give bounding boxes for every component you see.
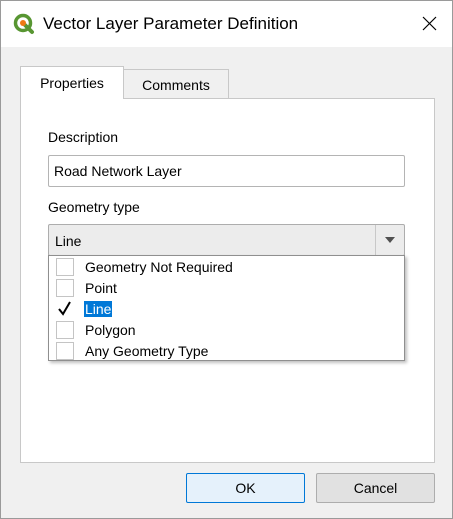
option-label: Point bbox=[85, 280, 117, 296]
option-label: Polygon bbox=[85, 322, 136, 338]
dropdown-option-any-geometry-type[interactable]: Any Geometry Type bbox=[49, 341, 404, 362]
dropdown-option-geometry-not-required[interactable]: Geometry Not Required bbox=[49, 257, 404, 278]
dialog-window: Vector Layer Parameter Definition Proper… bbox=[0, 0, 453, 519]
checkbox[interactable] bbox=[56, 279, 74, 297]
close-icon bbox=[422, 16, 437, 31]
checkbox-checked[interactable] bbox=[56, 300, 74, 318]
geometry-type-dropdown-list: Geometry Not Required Point Line Polygon… bbox=[48, 255, 405, 361]
option-label: Line bbox=[84, 301, 113, 317]
checkbox[interactable] bbox=[56, 321, 74, 339]
title-bar: Vector Layer Parameter Definition bbox=[1, 1, 452, 47]
dropdown-option-polygon[interactable]: Polygon bbox=[49, 320, 404, 341]
chevron-down-icon bbox=[385, 237, 395, 243]
option-label: Any Geometry Type bbox=[85, 343, 209, 359]
option-label: Geometry Not Required bbox=[85, 259, 233, 275]
dropdown-option-point[interactable]: Point bbox=[49, 278, 404, 299]
checkbox[interactable] bbox=[56, 258, 74, 276]
dropdown-option-line[interactable]: Line bbox=[49, 299, 404, 320]
checkbox[interactable] bbox=[56, 342, 74, 360]
window-title: Vector Layer Parameter Definition bbox=[43, 14, 299, 33]
tab-comments[interactable]: Comments bbox=[123, 69, 229, 99]
ok-button[interactable]: OK bbox=[186, 473, 305, 503]
geometry-type-value: Line bbox=[55, 233, 82, 249]
qgis-logo-icon bbox=[13, 13, 34, 34]
geometry-type-combobox[interactable]: Line bbox=[48, 224, 405, 256]
description-input[interactable] bbox=[48, 155, 405, 187]
tab-properties[interactable]: Properties bbox=[20, 66, 124, 99]
cancel-button[interactable]: Cancel bbox=[316, 473, 435, 503]
geometry-type-label: Geometry type bbox=[48, 199, 140, 215]
combo-dropdown-button[interactable] bbox=[375, 225, 404, 255]
checkmark-icon bbox=[58, 301, 71, 316]
close-button[interactable] bbox=[406, 1, 452, 47]
description-label: Description bbox=[48, 129, 119, 145]
